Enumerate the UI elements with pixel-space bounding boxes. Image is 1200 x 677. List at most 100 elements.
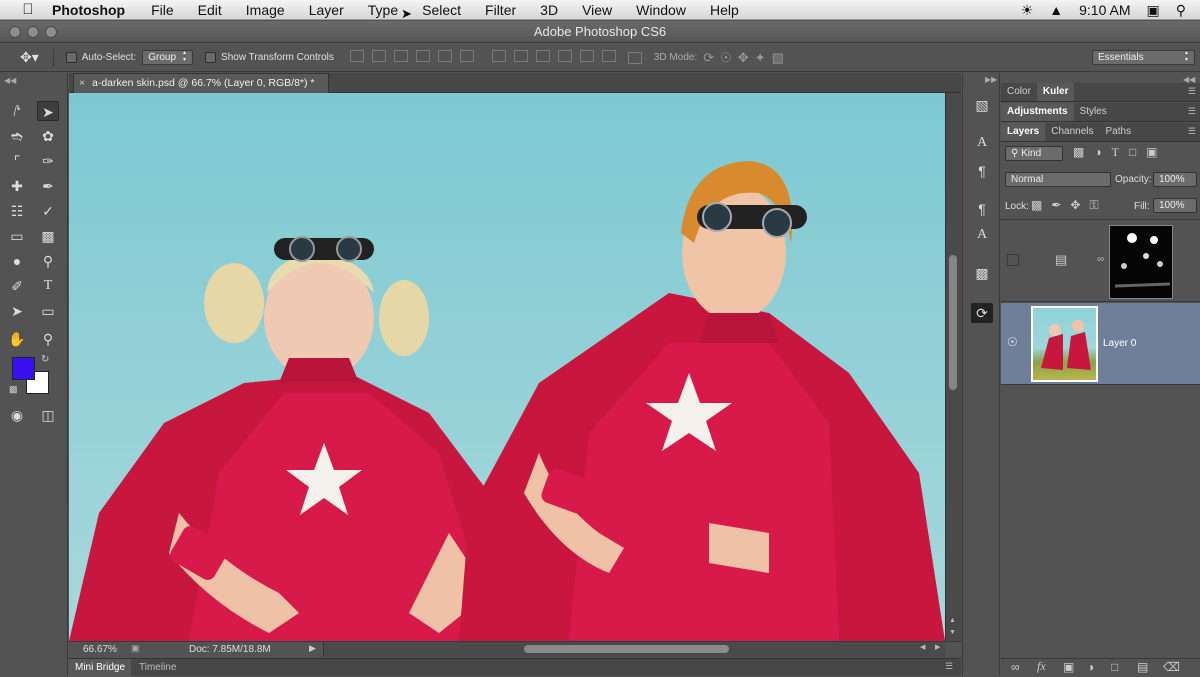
zoom-tool-icon[interactable]: ⚲ [37, 329, 59, 349]
history-panel-icon[interactable]: ▧ [971, 95, 993, 115]
export-icon[interactable]: ▣ [131, 643, 140, 654]
menu-type[interactable]: Type [368, 2, 398, 18]
crop-tool-icon[interactable]: ⌜ [6, 151, 28, 171]
kuler-tab[interactable]: Kuler [1036, 83, 1075, 101]
layer-row[interactable]: ▤ ∞ [1001, 220, 1200, 302]
color-tab[interactable]: Color [1001, 83, 1037, 101]
eyedropper-tool-icon[interactable]: ✑ [37, 151, 59, 171]
screen-mode-icon[interactable]: ◫ [37, 405, 59, 425]
distribute-right-icon[interactable] [601, 50, 616, 62]
scroll-left-icon[interactable]: ◀ [920, 643, 925, 651]
move-tool-preset-icon[interactable]: ✥▾ [20, 49, 39, 66]
link-icon[interactable]: ∞ [1097, 254, 1104, 265]
scroll-up-icon[interactable]: ▲ [949, 617, 956, 624]
move-tool-icon[interactable]: ➤ [37, 101, 59, 121]
apple-icon[interactable]:  [18, 1, 38, 18]
character-styles-icon[interactable]: A [971, 225, 993, 245]
zoom-window-button[interactable] [45, 26, 57, 38]
zoom-level[interactable]: 66.67% [83, 644, 117, 655]
distribute-left-icon[interactable] [557, 50, 572, 62]
default-colors-icon[interactable]: ▩ [9, 384, 18, 395]
healing-brush-tool-icon[interactable]: ✚ [6, 176, 28, 196]
bottom-panel-menu-icon[interactable]: ☰ [945, 661, 953, 672]
timeline-tab[interactable]: Timeline [137, 659, 178, 677]
menu-file[interactable]: File [151, 2, 174, 18]
scroll-down-icon[interactable]: ▼ [949, 629, 956, 636]
status-menu-arrow-icon[interactable]: ▶ [309, 643, 316, 654]
character-panel-icon[interactable]: A [971, 133, 993, 153]
panel-menu-icon[interactable]: ☰ [1188, 86, 1196, 97]
menu-edit[interactable]: Edit [198, 2, 222, 18]
menu-help[interactable]: Help [710, 2, 739, 18]
layer-mask-thumbnail[interactable] [1109, 225, 1173, 299]
align-top-icon[interactable] [349, 50, 364, 62]
vertical-scroll-thumb[interactable] [949, 255, 957, 390]
swap-colors-icon[interactable]: ↻ [41, 354, 49, 365]
align-left-icon[interactable] [415, 50, 430, 62]
quick-mask-icon[interactable]: ◉ [6, 405, 28, 425]
workspace-switcher[interactable]: Essentials [1092, 50, 1195, 65]
visibility-toggle[interactable] [1007, 254, 1019, 266]
close-document-icon[interactable]: × [79, 74, 85, 93]
distribute-top-icon[interactable] [491, 50, 506, 62]
show-transform-checkbox[interactable] [205, 51, 221, 63]
3d-mode-icons[interactable]: ⟳☉✥✦▧ [703, 50, 790, 66]
lasso-tool-icon[interactable]: ➬ [6, 126, 28, 146]
minimize-window-button[interactable] [27, 26, 39, 38]
layers-tab[interactable]: Layers [1001, 123, 1046, 141]
type-tool-icon[interactable]: T [37, 276, 59, 296]
panel-menu-icon[interactable]: ☰ [1188, 106, 1196, 117]
auto-select-checkbox[interactable] [65, 51, 82, 63]
channels-tab[interactable]: Channels [1045, 123, 1099, 141]
mini-bridge-tab[interactable]: Mini Bridge [69, 659, 132, 677]
new-layer-icon[interactable]: ▤ [1137, 660, 1148, 674]
menu-select[interactable]: Select [422, 2, 461, 18]
brightness-icon[interactable]: ☀ [1021, 2, 1034, 19]
quick-select-tool-icon[interactable]: ✿ [37, 126, 59, 146]
brush-tool-icon[interactable]: ✒ [37, 176, 59, 196]
menu-layer[interactable]: Layer [309, 2, 344, 18]
tool-presets-icon[interactable]: ▩ [971, 263, 993, 283]
adjustments-tab[interactable]: Adjustments [1001, 103, 1074, 121]
scroll-right-icon[interactable]: ▶ [935, 643, 940, 651]
auto-align-icon[interactable] [627, 51, 642, 64]
eraser-tool-icon[interactable]: ▭ [6, 226, 28, 246]
fill-field[interactable]: 100% [1153, 198, 1197, 213]
clone-stamp-tool-icon[interactable]: ☷ [6, 201, 28, 221]
layer-name[interactable]: Layer 0 [1103, 338, 1136, 349]
menu-view[interactable]: View [582, 2, 612, 18]
rectangle-tool-icon[interactable]: ▭ [37, 301, 59, 321]
auto-select-dropdown[interactable]: Group [142, 50, 194, 65]
blend-mode-dropdown[interactable]: Normal [1005, 172, 1111, 187]
distribute-bottom-icon[interactable] [535, 50, 550, 62]
foreground-color-swatch[interactable] [12, 357, 35, 380]
adjustment-layer-icon[interactable]: ◑ [1087, 660, 1094, 674]
fx-icon[interactable]: fx [1037, 659, 1046, 674]
menu-image[interactable]: Image [246, 2, 285, 18]
distribute-hcenter-icon[interactable] [579, 50, 594, 62]
opacity-field[interactable]: 100% [1153, 172, 1197, 187]
layer-row-selected[interactable]: ☉ Layer 0 [1001, 303, 1200, 385]
clock[interactable]: 9:10 AM [1079, 2, 1130, 18]
align-bottom-icon[interactable] [393, 50, 408, 62]
panel-menu-icon[interactable]: ☰ [1188, 126, 1196, 137]
close-window-button[interactable] [9, 26, 21, 38]
horizontal-scroll-thumb[interactable] [524, 645, 729, 653]
hand-tool-icon[interactable]: ✋ [6, 329, 28, 349]
align-hcenter-icon[interactable] [437, 50, 452, 62]
document-tab[interactable]: × a-darken skin.psd @ 66.7% (Layer 0, RG… [73, 73, 329, 93]
new-group-icon[interactable]: □ [1111, 660, 1118, 674]
paragraph-styles-icon[interactable]: ¶ [971, 199, 993, 219]
marquee-tool-icon[interactable]: ⭚ [6, 101, 28, 121]
menu-3d[interactable]: 3D [540, 2, 558, 18]
lock-icons[interactable]: ▩✒✥⚿ [1031, 198, 1108, 213]
dodge-tool-icon[interactable]: ⚲ [37, 251, 59, 271]
gradient-tool-icon[interactable]: ▩ [37, 226, 59, 246]
link-layers-icon[interactable]: ∞ [1011, 660, 1020, 674]
vertical-scrollbar[interactable]: ▲ ▼ [945, 93, 961, 641]
expand-dock-icon[interactable]: ▶▶ [985, 75, 997, 84]
styles-tab[interactable]: Styles [1074, 103, 1113, 121]
align-right-icon[interactable] [459, 50, 474, 62]
pen-tool-icon[interactable]: ✐ [6, 276, 28, 296]
history-brush-tool-icon[interactable]: ✓ [37, 201, 59, 221]
